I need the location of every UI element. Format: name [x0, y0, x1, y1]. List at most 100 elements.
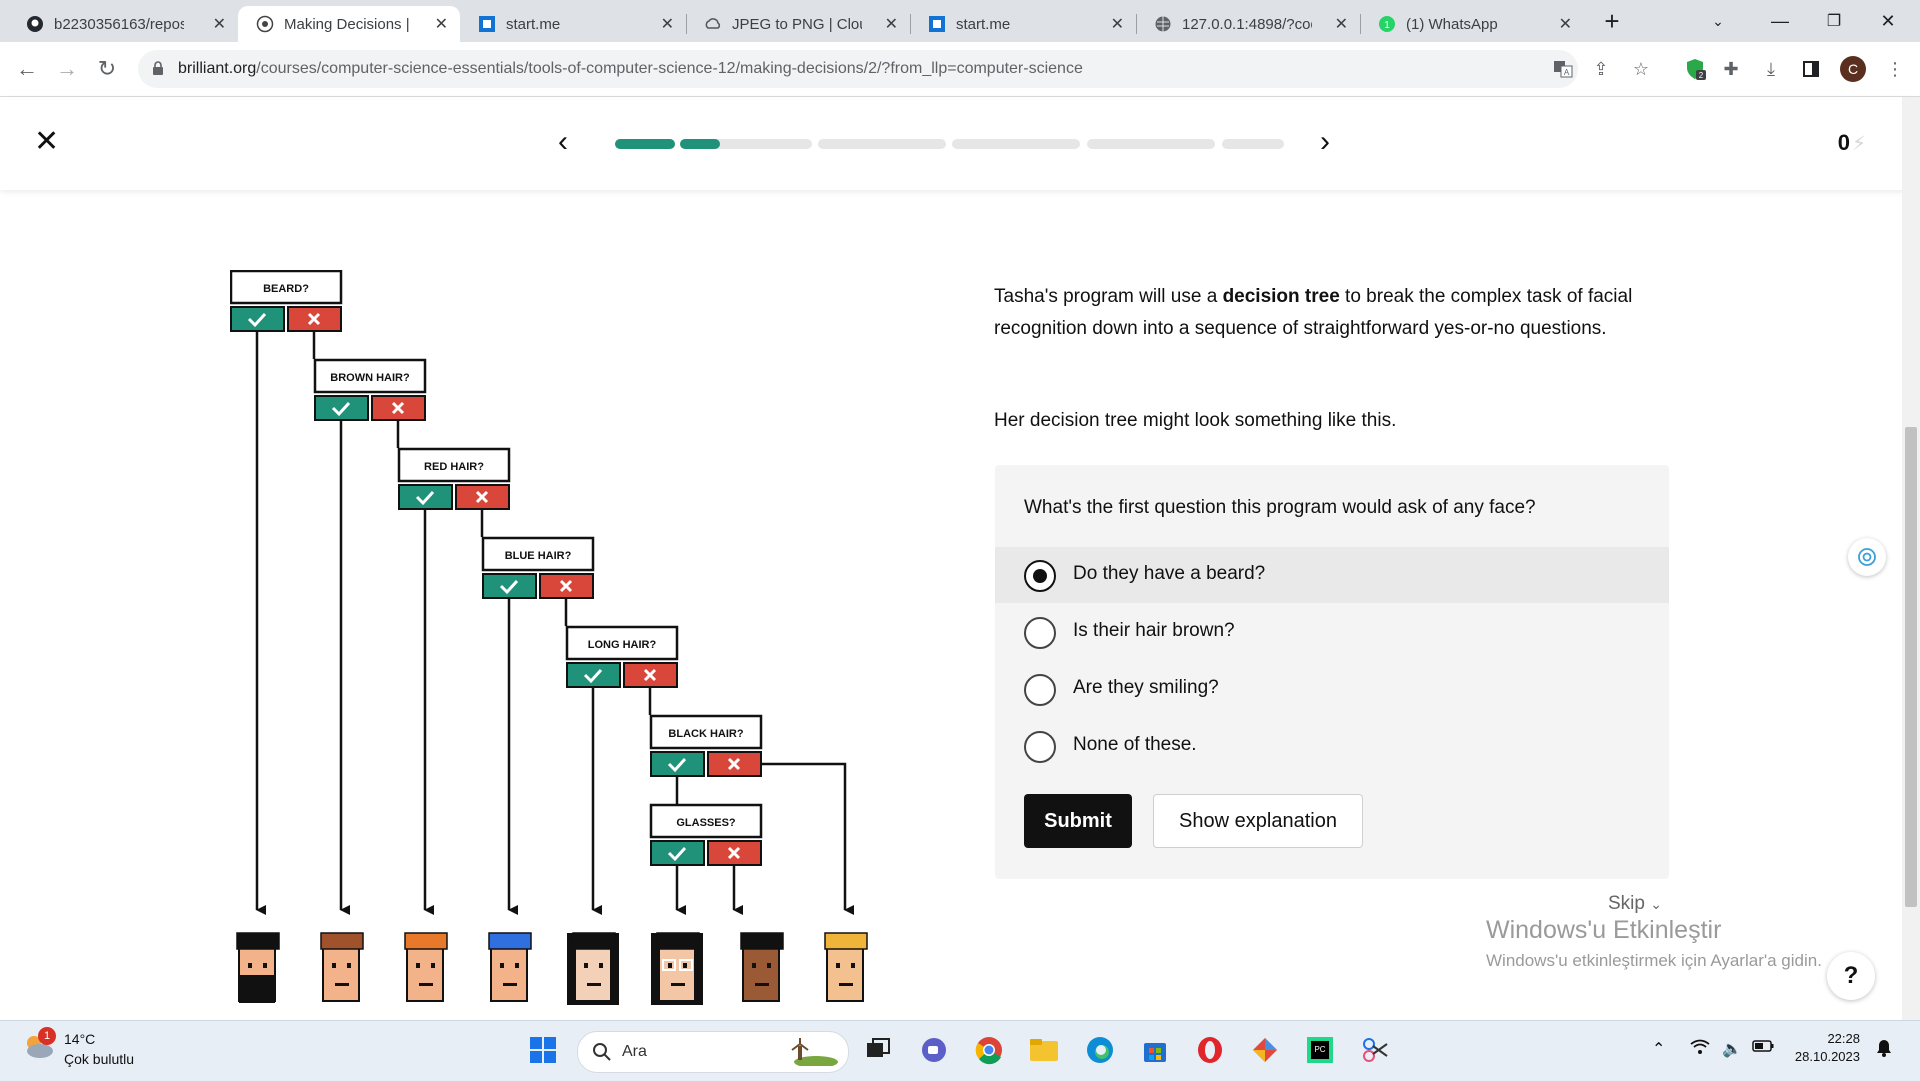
wifi-icon[interactable]	[1690, 1039, 1710, 1060]
activation-watermark-title: Windows'u Etkinleştir	[1486, 916, 1722, 944]
weather-badge: 1	[38, 1027, 56, 1045]
tree-node: GLASSES?	[649, 803, 763, 866]
notification-bell-icon[interactable]	[1876, 1039, 1892, 1062]
clock-time: 22:28	[1827, 1031, 1860, 1046]
opera-icon[interactable]	[1193, 1033, 1227, 1067]
taskbar-search[interactable]: Ara	[577, 1031, 849, 1073]
quiz-option[interactable]: None of these.	[995, 718, 1669, 774]
yes-branch	[230, 306, 285, 332]
radio-unselected[interactable]	[1024, 731, 1056, 763]
brown-hair-face	[320, 932, 364, 1002]
task-view-icon[interactable]	[861, 1033, 895, 1067]
url-path: /courses/computer-science-essentials/too…	[256, 60, 1083, 77]
skip-button[interactable]: Skip ⌄	[1608, 893, 1662, 915]
question-label: LONG HAIR?	[588, 639, 657, 651]
extension-shield-icon[interactable]: 2	[1680, 54, 1710, 84]
intro-text-start: Tasha's program will use a	[994, 286, 1223, 307]
reload-button[interactable]: ↻	[92, 54, 122, 84]
lock-icon[interactable]	[152, 61, 164, 81]
profile-avatar[interactable]: C	[1838, 54, 1868, 84]
pycharm-icon[interactable]: PC	[1303, 1033, 1337, 1067]
browser-tab[interactable]: start.me ✕	[910, 6, 1136, 42]
windows-taskbar: 1 14°C Çok bulutlu Ara PC ⌃ 🔈 22:28 28.1…	[0, 1020, 1920, 1081]
minimize-button[interactable]: —	[1752, 0, 1808, 42]
prev-arrow-icon[interactable]: ‹	[558, 127, 568, 157]
progress-segment[interactable]	[818, 139, 946, 149]
translate-icon[interactable]: A	[1548, 54, 1578, 84]
progress-segment[interactable]	[680, 139, 812, 149]
weather-widget[interactable]: 1 14°C Çok bulutlu	[22, 1027, 134, 1067]
yes-branch	[398, 484, 453, 510]
show-explanation-button[interactable]: Show explanation	[1153, 794, 1363, 848]
start-button[interactable]	[526, 1033, 560, 1067]
close-window-button[interactable]: ✕	[1860, 0, 1916, 42]
yes-branch	[650, 751, 705, 777]
scrollbar-thumb[interactable]	[1905, 427, 1917, 907]
yes-branch	[482, 573, 537, 599]
browser-tab[interactable]: start.me ✕	[460, 6, 686, 42]
gem-app-icon[interactable]	[1248, 1033, 1282, 1067]
snipping-tool-icon[interactable]	[1358, 1033, 1392, 1067]
volume-icon[interactable]: 🔈	[1722, 1039, 1742, 1059]
help-button[interactable]: ?	[1827, 952, 1875, 1000]
progress-segment[interactable]	[1087, 139, 1215, 149]
close-tab-icon[interactable]: ✕	[435, 14, 448, 34]
close-tab-icon[interactable]: ✕	[213, 14, 226, 34]
share-icon[interactable]: ⇪	[1586, 54, 1616, 84]
browser-tab-strip: b2230356163/reposit ✕ Making Decisions |…	[0, 0, 1920, 42]
tab-title: JPEG to PNG | Cloud	[732, 15, 862, 33]
quiz-option[interactable]: Are they smiling?	[995, 661, 1669, 717]
new-tab-button[interactable]: +	[1584, 0, 1640, 42]
page-scrollbar[interactable]	[1902, 97, 1920, 1020]
submit-button[interactable]: Submit	[1024, 794, 1132, 848]
quiz-option[interactable]: Do they have a beard?	[995, 547, 1669, 603]
download-icon[interactable]: ⤓	[1756, 54, 1786, 84]
question-label: BEARD?	[263, 283, 309, 295]
search-highlight-icon	[791, 1038, 838, 1066]
close-lesson-icon[interactable]: ✕	[34, 127, 59, 157]
bookmark-star-icon[interactable]: ☆	[1626, 54, 1656, 84]
quiz-option[interactable]: Is their hair brown?	[995, 604, 1669, 660]
no-arrow	[761, 762, 854, 915]
extensions-puzzle-icon[interactable]: ✚	[1716, 54, 1746, 84]
restore-button[interactable]: ❐	[1806, 0, 1862, 42]
close-tab-icon[interactable]: ✕	[1111, 14, 1124, 34]
startme-icon	[928, 15, 946, 33]
weather-desc: Çok bulutlu	[64, 1051, 135, 1067]
progress-segment[interactable]	[1222, 139, 1284, 149]
teams-chat-icon[interactable]	[917, 1033, 951, 1067]
menu-kebab-icon[interactable]: ⋮	[1880, 54, 1910, 84]
chrome-icon[interactable]	[972, 1033, 1006, 1067]
progress-segment[interactable]	[952, 139, 1080, 149]
back-button[interactable]: ←	[12, 54, 42, 84]
chevron-up-icon[interactable]: ⌃	[1652, 1039, 1665, 1059]
tree-node: LONG HAIR?	[565, 625, 679, 688]
svg-text:1: 1	[1384, 20, 1390, 31]
svg-text:A: A	[1564, 68, 1570, 77]
tree-node: BEARD?	[230, 270, 343, 332]
edge-icon[interactable]	[1083, 1033, 1117, 1067]
address-bar[interactable]: brilliant.org/courses/computer-science-e…	[138, 50, 1578, 88]
progress-segment[interactable]	[615, 139, 675, 149]
browser-tab[interactable]: b2230356163/reposit ✕	[8, 6, 238, 42]
file-explorer-icon[interactable]	[1027, 1033, 1061, 1067]
close-tab-icon[interactable]: ✕	[1335, 14, 1348, 34]
system-clock[interactable]: 22:28 28.10.2023	[1780, 1031, 1860, 1064]
forward-button[interactable]: →	[52, 54, 82, 84]
radio-unselected[interactable]	[1024, 674, 1056, 706]
close-tab-icon[interactable]: ✕	[1559, 14, 1572, 34]
microsoft-store-icon[interactable]	[1138, 1033, 1172, 1067]
tab-search-icon[interactable]: ⌄	[1690, 0, 1746, 42]
close-tab-icon[interactable]: ✕	[661, 14, 674, 34]
side-panel-icon[interactable]	[1796, 54, 1826, 84]
next-arrow-icon[interactable]: ›	[1320, 127, 1330, 157]
close-tab-icon[interactable]: ✕	[885, 14, 898, 34]
ai-assistant-icon[interactable]	[1848, 538, 1886, 576]
browser-tab-active[interactable]: Making Decisions | B ✕	[238, 6, 460, 42]
browser-tab[interactable]: 127.0.0.1:4898/?code ✕	[1136, 6, 1360, 42]
radio-selected[interactable]	[1024, 560, 1056, 592]
browser-tab[interactable]: 1 (1) WhatsApp ✕	[1360, 6, 1584, 42]
battery-icon[interactable]	[1752, 1039, 1774, 1057]
radio-unselected[interactable]	[1024, 617, 1056, 649]
browser-tab[interactable]: JPEG to PNG | Cloud ✕	[686, 6, 910, 42]
